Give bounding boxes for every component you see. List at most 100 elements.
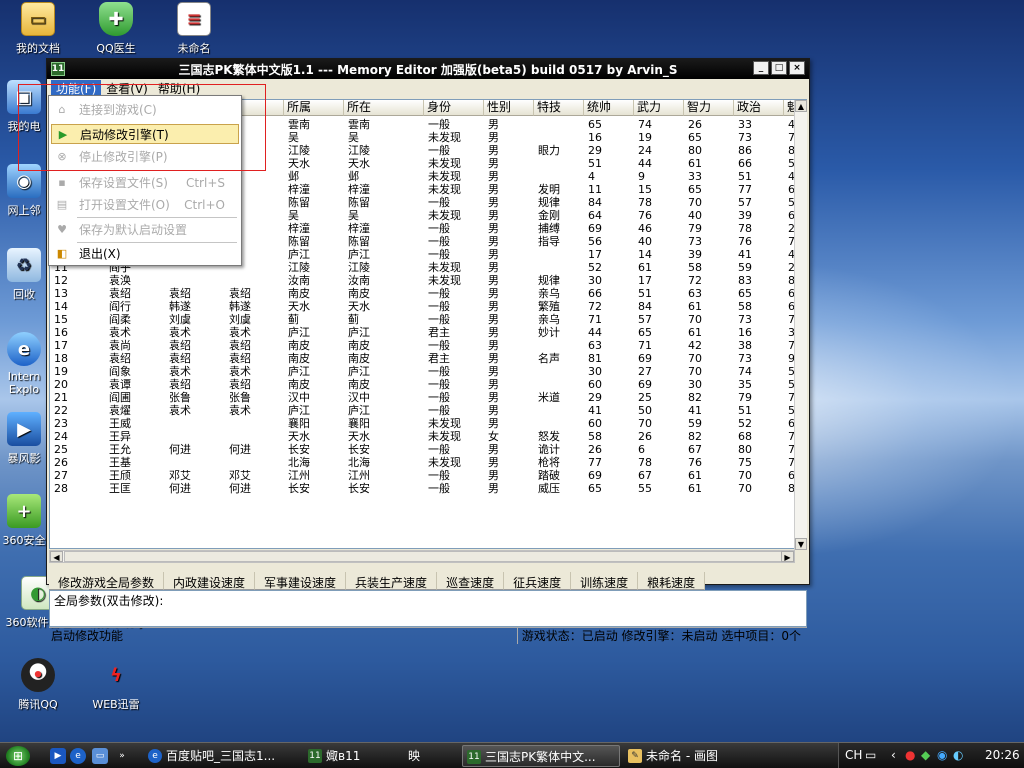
column-header[interactable]: 所在 [344, 100, 424, 116]
table-row[interactable]: 17 袁尚 袁绍 袁绍 南皮 南皮 一般男 63 71 42 38 7 [50, 339, 806, 352]
app-icon[interactable]: 11 [51, 62, 65, 76]
scroll-down-arrow-icon[interactable]: ▼ [795, 538, 807, 550]
tab-patrol-speed[interactable]: 巡查速度 [437, 572, 505, 590]
table-cell: 65 [688, 183, 702, 196]
table-row[interactable]: 12 袁涣 汝南 汝南 未发现男规律 30 17 72 83 8 [50, 274, 806, 287]
taskbar-item-editor[interactable]: 11 三国志PK繁体中文... [462, 745, 620, 767]
language-indicator[interactable]: CH [845, 748, 862, 762]
table-cell: 一般 [428, 391, 450, 404]
column-header[interactable]: 身份 [424, 100, 484, 116]
taskbar-item-ying[interactable]: 映 [386, 745, 446, 767]
table-row[interactable]: 23 王威 襄阳 襄阳 未发现男 60 70 59 52 6 [50, 417, 806, 430]
minimize-button[interactable]: _ [753, 61, 769, 75]
game-icon: 11 [308, 749, 322, 763]
column-header[interactable]: 统帅 [584, 100, 634, 116]
menu-item-save-default[interactable]: ♥ 保存为默认启动设置 [51, 220, 239, 240]
scroll-up-arrow-icon[interactable]: ▲ [795, 100, 807, 112]
scroll-right-arrow-icon[interactable]: ▶ [781, 551, 794, 562]
table-cell: 南皮 [348, 352, 370, 365]
desktop-icon-360-safe[interactable]: +360安全 [0, 494, 48, 548]
table-cell: 26 [54, 456, 68, 469]
table-cell: 男 [488, 274, 499, 287]
menu-item-connect[interactable]: ⌂ 连接到游戏(C) [51, 100, 239, 120]
vertical-scrollbar[interactable]: ▲ ▼ [794, 100, 807, 550]
scroll-thumb[interactable] [64, 551, 784, 562]
menu-item-exit[interactable]: ◧ 退出(X) [51, 244, 239, 264]
table-row[interactable]: 21 阎圃 张鲁 张鲁 汉中 汉中 一般男米道 29 25 82 79 7 [50, 391, 806, 404]
media-player-icon[interactable]: ▶ [50, 748, 66, 764]
desktop-icon-network[interactable]: ◉ 网上邻 [0, 164, 48, 218]
shield-tray-icon[interactable]: ◆ [921, 748, 930, 762]
desktop-icon-recycle-bin[interactable]: ♻ 回收 [0, 248, 48, 302]
table-row[interactable]: 13 袁绍 袁绍 袁绍 南皮 南皮 一般男亲乌 66 51 63 65 6 [50, 287, 806, 300]
table-cell: 陈留 [348, 196, 370, 209]
table-row[interactable]: 15 阎柔 刘虞 刘虞蓟蓟一般男亲乌 71 57 70 73 7 [50, 313, 806, 326]
desktop-icon-qq-doctor[interactable]: ✚ QQ医生 [78, 2, 154, 56]
tray-expand-icon[interactable]: ‹ [891, 748, 896, 762]
table-cell: 39 [688, 248, 702, 261]
volume-icon[interactable]: ◐ [953, 748, 963, 762]
scroll-left-arrow-icon[interactable]: ◀ [50, 551, 63, 562]
start-button[interactable]: ⊞ [6, 746, 30, 766]
horizontal-scrollbar[interactable]: ◀ ▶ [49, 550, 795, 563]
column-header[interactable]: 智力 [684, 100, 734, 116]
column-header[interactable]: 所属 [284, 100, 344, 116]
table-row[interactable]: 28 王匡 何进 何进 长安 长安 一般男威压 65 55 61 70 8 [50, 482, 806, 495]
menu-item-open-settings[interactable]: ▤ 打开设置文件(O) Ctrl+O [51, 195, 239, 215]
close-button[interactable]: × [789, 61, 805, 75]
menu-item-save-settings[interactable]: ▪ 保存设置文件(S) Ctrl+S [51, 173, 239, 193]
table-row[interactable]: 18 袁绍 袁绍 袁绍 南皮 南皮 君主男名声 81 69 70 73 9 [50, 352, 806, 365]
taskbar-item-paint[interactable]: ✎ 未命名 - 画图 [624, 745, 774, 767]
table-row[interactable]: 26 王基 北海 北海 未发现男枪将 77 78 76 75 7 [50, 456, 806, 469]
table-row[interactable]: 22 袁燿 袁术 袁术 庐江 庐江 一般男 41 50 41 51 5 [50, 404, 806, 417]
table-cell: 19 [54, 365, 68, 378]
desktop-icon-qq[interactable]: • 腾讯QQ [0, 658, 76, 712]
taskbar-item-baidu[interactable]: e 百度贴吧_三国志1... [144, 745, 300, 767]
tab-equipment-speed[interactable]: 兵装生产速度 [346, 572, 438, 590]
desktop-icon-my-computer[interactable]: ▣ 我的电 [0, 80, 48, 134]
table-row[interactable]: 24 王异 天水 天水 未发现女怒发 58 26 82 68 7 [50, 430, 806, 443]
menu-item-stop-engine[interactable]: ⊗ 停止修改引擎(P) [51, 147, 239, 167]
table-cell: 男 [488, 404, 499, 417]
table-cell: 20 [54, 378, 68, 391]
quicklaunch-more-icon[interactable]: » [114, 748, 130, 764]
qq-tray-icon[interactable]: ● [905, 748, 915, 762]
global-params-panel[interactable]: 全局参数(双击修改): [49, 590, 807, 627]
tab-domestic-speed[interactable]: 内政建设速度 [164, 572, 256, 590]
desktop-icon-storm-player[interactable]: ▶ 暴风影 [0, 412, 48, 466]
tab-global[interactable]: 修改游戏全局参数 [49, 572, 165, 590]
desktop-icon-ie[interactable]: e Intern Explo [0, 332, 48, 396]
column-header[interactable]: 性别 [484, 100, 534, 116]
table-cell: 男 [488, 417, 499, 430]
table-cell: 发明 [538, 183, 560, 196]
table-row[interactable]: 14 阎行 韩遂 韩遂 天水 天水 一般男繁殖 72 84 61 58 6 [50, 300, 806, 313]
table-cell: 16 [738, 326, 752, 339]
title-bar[interactable]: 11 三国志PK繁体中文版1.1 --- Memory Editor 加强版(b… [47, 59, 809, 79]
menu-function[interactable]: 功能(F) [51, 79, 102, 97]
ie-icon[interactable]: e [70, 748, 86, 764]
table-cell: 南皮 [288, 287, 310, 300]
maximize-button[interactable]: □ [771, 61, 787, 75]
desktop-icon-thunder[interactable]: ϟ WEB迅雷 [78, 658, 154, 712]
table-row[interactable]: 19 阎象 袁术 袁术 庐江 庐江 一般男 30 27 70 74 5 [50, 365, 806, 378]
menu-view[interactable]: 查看(V) [101, 80, 153, 97]
column-header[interactable]: 政治 [734, 100, 784, 116]
table-row[interactable]: 27 王颀 邓艾 邓艾 江州 江州 一般男踏破 69 67 61 70 6 [50, 469, 806, 482]
table-row[interactable]: 20 袁谭 袁绍 袁绍 南皮 南皮 一般男 60 69 30 35 5 [50, 378, 806, 391]
menu-item-start-engine[interactable]: ▶ 启动修改引擎(T) [51, 124, 239, 144]
tab-military-speed[interactable]: 军事建设速度 [255, 572, 347, 590]
show-desktop-icon[interactable]: ▭ [92, 748, 108, 764]
column-header[interactable]: 武力 [634, 100, 684, 116]
column-header[interactable]: 特技 [534, 100, 584, 116]
tab-training-speed[interactable]: 训练速度 [571, 572, 639, 590]
desktop-icon-my-documents[interactable]: ▭ 我的文档 [0, 2, 76, 56]
table-cell: 76 [638, 209, 652, 222]
tab-conscript-speed[interactable]: 征兵速度 [504, 572, 572, 590]
table-row[interactable]: 25 王允 何进 何进 长安 长安 一般男诡计 26 6 67 80 7 [50, 443, 806, 456]
table-row[interactable]: 16 袁术 袁术 袁术 庐江 庐江 君主男妙计 44 65 61 16 3 [50, 326, 806, 339]
network-tray-icon[interactable]: ◉ [937, 748, 947, 762]
keyboard-icon[interactable]: ▭ [865, 748, 876, 762]
tab-food-speed[interactable]: 粮耗速度 [638, 572, 706, 590]
desktop-icon-untitled[interactable]: ≡ 未命名 [156, 2, 232, 56]
menu-help[interactable]: 帮助(H) [153, 80, 205, 97]
